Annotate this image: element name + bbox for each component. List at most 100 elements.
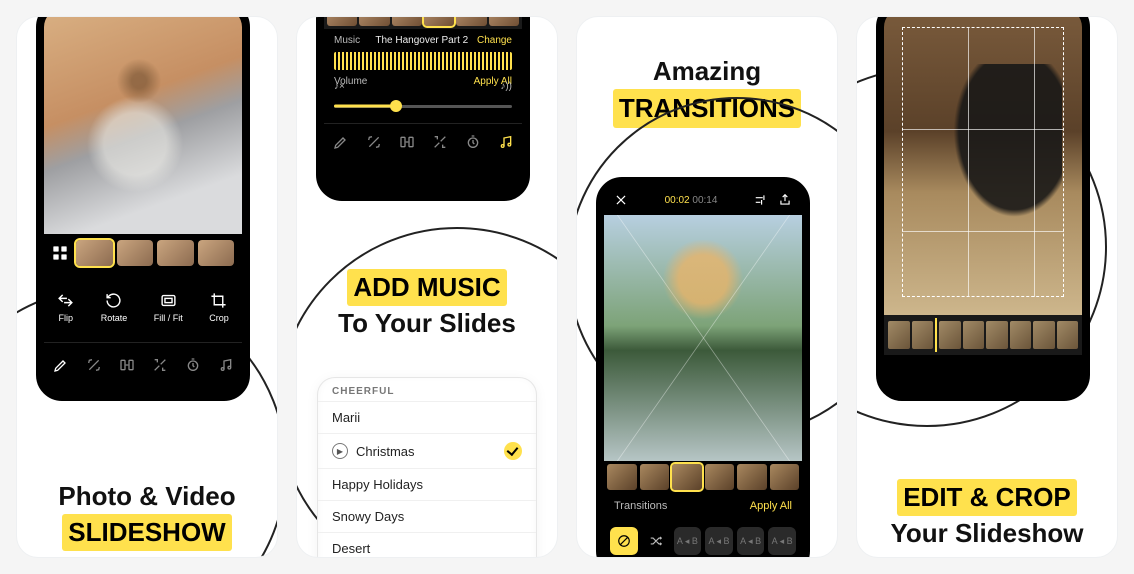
timeline-playhead[interactable] bbox=[935, 318, 937, 352]
list-item[interactable]: Marii bbox=[318, 401, 536, 433]
music-picker-list: CHEERFUL Marii ▶ Christmas Happy Holidays… bbox=[317, 377, 537, 558]
phone-mockup bbox=[876, 16, 1090, 401]
adjust-icon[interactable] bbox=[432, 134, 448, 150]
thumb[interactable] bbox=[737, 464, 767, 490]
music-category-header: CHEERFUL bbox=[318, 378, 536, 401]
thumb[interactable] bbox=[157, 240, 194, 266]
selected-check-icon bbox=[504, 442, 522, 460]
music-icon[interactable] bbox=[218, 357, 234, 373]
list-item[interactable]: Snowy Days bbox=[318, 500, 536, 532]
apply-all-button[interactable]: Apply All bbox=[750, 500, 792, 512]
grid-line bbox=[968, 27, 969, 297]
track-name: Christmas bbox=[356, 444, 415, 459]
volume-knob[interactable] bbox=[390, 100, 402, 112]
thumb[interactable] bbox=[359, 16, 389, 26]
transition-none-button[interactable] bbox=[610, 527, 638, 555]
current-time: 00:02 bbox=[665, 195, 690, 206]
transition-preview bbox=[604, 215, 802, 461]
rotate-button[interactable]: Rotate bbox=[101, 292, 128, 323]
transition-icon[interactable] bbox=[399, 134, 415, 150]
promo-card-music: Music The Hangover Part 2 Change Volume … bbox=[296, 16, 558, 558]
frame bbox=[912, 321, 934, 349]
thumb[interactable] bbox=[489, 16, 519, 26]
fillfit-label: Fill / Fit bbox=[154, 313, 183, 323]
thumb[interactable] bbox=[327, 16, 357, 26]
promo-card-crop: EDIT & CROP Your Slideshow bbox=[856, 16, 1118, 558]
caption-highlight: TRANSITIONS bbox=[613, 89, 801, 127]
list-item[interactable]: Happy Holidays bbox=[318, 468, 536, 500]
thumb[interactable] bbox=[705, 464, 735, 490]
transition-option-button[interactable]: A ◂ B bbox=[705, 527, 733, 555]
frame bbox=[1033, 321, 1055, 349]
shuffle-button[interactable] bbox=[642, 527, 670, 555]
crop-button[interactable]: Crop bbox=[209, 292, 229, 323]
promo-card-slideshow: Flip Rotate Fill / Fit Crop bbox=[16, 16, 278, 558]
frame bbox=[1010, 321, 1032, 349]
frame bbox=[1057, 321, 1079, 349]
frame bbox=[939, 321, 961, 349]
wand-icon[interactable] bbox=[86, 357, 102, 373]
crop-preview[interactable] bbox=[884, 16, 1082, 315]
thumb[interactable] bbox=[198, 240, 235, 266]
audio-waveform[interactable] bbox=[334, 52, 512, 70]
full-volume-icon: ♪)) bbox=[500, 81, 512, 92]
caption-line2: Your Slideshow bbox=[857, 516, 1117, 551]
thumb[interactable] bbox=[640, 464, 670, 490]
thumb[interactable] bbox=[117, 240, 154, 266]
transition-icon[interactable] bbox=[119, 357, 135, 373]
phone-mockup-top: Music The Hangover Part 2 Change Volume … bbox=[316, 16, 530, 201]
pen-icon[interactable] bbox=[53, 357, 69, 373]
list-item[interactable]: ▶ Christmas bbox=[318, 433, 536, 468]
flip-button[interactable]: Flip bbox=[57, 292, 74, 323]
adjust-icon[interactable] bbox=[152, 357, 168, 373]
thumb[interactable] bbox=[424, 16, 454, 26]
grid-icon[interactable] bbox=[52, 245, 68, 261]
fillfit-button[interactable]: Fill / Fit bbox=[154, 292, 183, 323]
transition-option-button[interactable]: A ◂ B bbox=[737, 527, 765, 555]
caption-line1: Photo & Video bbox=[17, 479, 277, 514]
bottom-icon-row bbox=[324, 123, 522, 159]
bottom-icon-row bbox=[44, 342, 242, 386]
timer-icon[interactable] bbox=[185, 357, 201, 373]
grid-line bbox=[902, 129, 1064, 130]
caption: EDIT & CROP Your Slideshow bbox=[857, 479, 1117, 551]
timer-icon[interactable] bbox=[465, 134, 481, 150]
settings-icon[interactable] bbox=[754, 193, 768, 207]
frame bbox=[986, 321, 1008, 349]
crop-label: Crop bbox=[209, 313, 229, 323]
music-icon[interactable] bbox=[498, 134, 514, 150]
promo-card-transitions: Amazing TRANSITIONS 00:02 00:14 bbox=[576, 16, 838, 558]
thumb[interactable] bbox=[392, 16, 422, 26]
caption: Amazing TRANSITIONS bbox=[577, 53, 837, 128]
grid-line bbox=[902, 231, 1064, 232]
crop-icon bbox=[210, 292, 227, 309]
thumbnail-strip bbox=[324, 16, 522, 29]
music-row: Music The Hangover Part 2 Change bbox=[324, 29, 522, 52]
change-music-button[interactable]: Change bbox=[477, 35, 512, 46]
thumb[interactable] bbox=[76, 240, 113, 266]
total-time: 00:14 bbox=[692, 195, 717, 206]
transition-option-button[interactable]: A ◂ B bbox=[674, 527, 702, 555]
wand-icon[interactable] bbox=[366, 134, 382, 150]
caption-highlight: SLIDESHOW bbox=[62, 514, 231, 551]
thumb[interactable] bbox=[672, 464, 702, 490]
none-icon bbox=[617, 534, 631, 548]
photo-preview bbox=[44, 16, 242, 234]
track-name: Desert bbox=[332, 541, 370, 556]
thumb[interactable] bbox=[770, 464, 800, 490]
share-icon[interactable] bbox=[778, 193, 792, 207]
fillfit-icon bbox=[160, 292, 177, 309]
rotate-label: Rotate bbox=[101, 313, 128, 323]
music-track-name: The Hangover Part 2 bbox=[375, 35, 468, 46]
thumb[interactable] bbox=[456, 16, 486, 26]
close-icon[interactable] bbox=[614, 193, 628, 207]
volume-slider[interactable]: ♪× ♪)) bbox=[334, 95, 512, 117]
video-timeline[interactable] bbox=[884, 315, 1082, 355]
pen-icon[interactable] bbox=[333, 134, 349, 150]
list-item[interactable]: Desert bbox=[318, 532, 536, 558]
play-icon[interactable]: ▶ bbox=[332, 443, 348, 459]
transition-option-button[interactable]: A ◂ B bbox=[768, 527, 796, 555]
caption-line2: To Your Slides bbox=[297, 306, 557, 341]
thumb[interactable] bbox=[607, 464, 637, 490]
caption-highlight: EDIT & CROP bbox=[897, 479, 1077, 516]
